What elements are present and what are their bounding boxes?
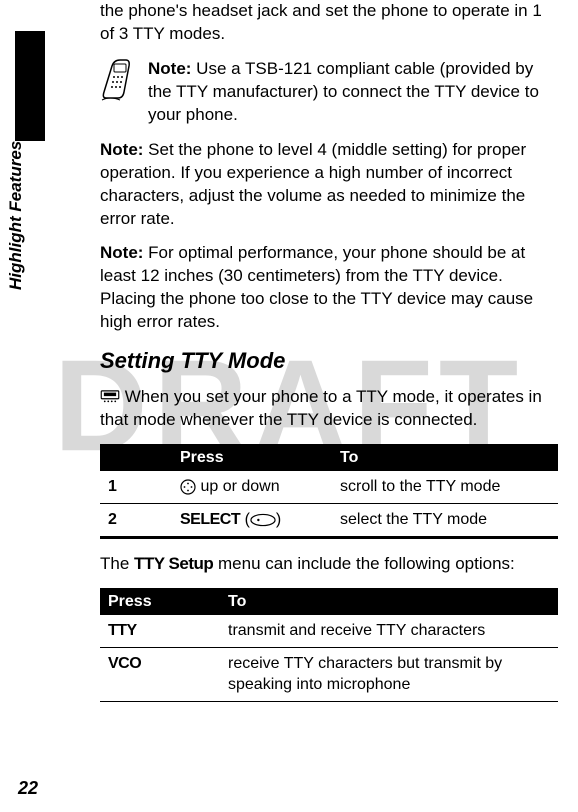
section-heading: Setting TTY Mode bbox=[100, 346, 558, 376]
steps-table: Press To 1 up or down scroll to the TTY … bbox=[100, 444, 558, 539]
step-number: 1 bbox=[100, 471, 172, 503]
tty-glyph-icon bbox=[100, 386, 120, 409]
opt-vco-desc: receive TTY characters but transmit by s… bbox=[220, 647, 558, 701]
note2-label: Note: bbox=[100, 140, 143, 159]
opt-vco: VCO bbox=[100, 647, 220, 701]
step1-to: scroll to the TTY mode bbox=[332, 471, 558, 503]
softkey-icon bbox=[250, 511, 276, 528]
step1-press: up or down bbox=[172, 471, 332, 503]
table2-head-to: To bbox=[220, 588, 558, 616]
step2-press: SELECT () bbox=[172, 503, 332, 537]
opt-tty-desc: transmit and receive TTY characters bbox=[220, 615, 558, 647]
note2-text: Note: Set the phone to level 4 (middle s… bbox=[100, 139, 558, 231]
note-with-icon: Note: Use a TSB-121 compliant cable (pro… bbox=[100, 58, 558, 127]
table-row: 2 SELECT () select the TTY mode bbox=[100, 503, 558, 537]
intro-paragraph: the phone's headset jack and set the pho… bbox=[100, 0, 558, 46]
setting-paragraph: When you set your phone to a TTY mode, i… bbox=[100, 386, 558, 432]
table-row: 1 up or down scroll to the TTY mode bbox=[100, 471, 558, 503]
note3-label: Note: bbox=[100, 243, 143, 262]
phone-illustration-icon bbox=[100, 58, 134, 111]
table2-head-press: Press bbox=[100, 588, 220, 616]
menu-paragraph: The TTY Setup menu can include the follo… bbox=[100, 553, 558, 576]
table1-head-to: To bbox=[332, 444, 558, 472]
step2-to: select the TTY mode bbox=[332, 503, 558, 537]
step-number: 2 bbox=[100, 503, 172, 537]
table-row: TTY transmit and receive TTY characters bbox=[100, 615, 558, 647]
page-number: 22 bbox=[18, 776, 38, 800]
page-content: the phone's headset jack and set the pho… bbox=[0, 0, 578, 702]
note3-text: Note: For optimal performance, your phon… bbox=[100, 242, 558, 334]
table-row: VCO receive TTY characters but transmit … bbox=[100, 647, 558, 701]
menu-label: TTY Setup bbox=[134, 554, 213, 573]
table1-head-blank bbox=[100, 444, 172, 472]
note1-text: Note: Use a TSB-121 compliant cable (pro… bbox=[148, 58, 558, 127]
table1-head-press: Press bbox=[172, 444, 332, 472]
options-table: Press To TTY transmit and receive TTY ch… bbox=[100, 588, 558, 702]
opt-tty: TTY bbox=[100, 615, 220, 647]
note1-label: Note: bbox=[148, 59, 191, 78]
nav-key-icon bbox=[180, 478, 200, 495]
